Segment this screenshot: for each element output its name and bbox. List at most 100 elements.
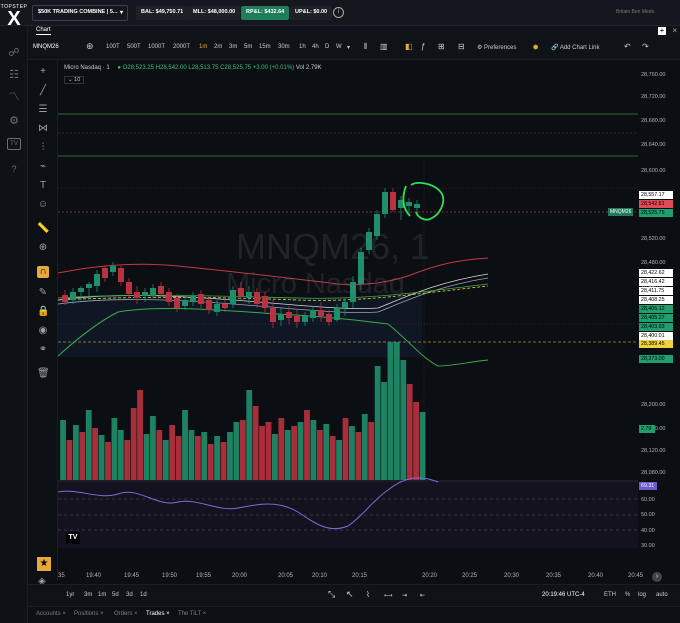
range-1yr[interactable]: 1yr: [66, 592, 74, 598]
price-tag: 28,400.01: [639, 332, 673, 340]
add-chart-link-button[interactable]: 🔗 Add Chart Link: [551, 44, 600, 51]
magnet-icon[interactable]: ∩: [37, 266, 49, 278]
range-3m[interactable]: 3m: [84, 592, 92, 598]
tf-d[interactable]: D: [325, 44, 329, 50]
footer-tab-accounts[interactable]: Accounts ×: [36, 611, 66, 617]
pitchfork-icon[interactable]: ⋈: [37, 123, 49, 135]
user-name[interactable]: Britain Ben Medo: [616, 9, 654, 15]
tf-1m[interactable]: 1m: [199, 44, 207, 50]
time-label: 20:45: [628, 573, 644, 579]
add-tab-icon[interactable]: +: [658, 27, 666, 35]
pattern-icon[interactable]: ⌁: [37, 161, 49, 173]
path-icon[interactable]: ⌇: [366, 590, 370, 599]
footer-tab-trades[interactable]: Trades ×: [146, 611, 170, 617]
horizontal-lines-icon[interactable]: ☰: [37, 104, 49, 116]
volume-bar: [355, 432, 362, 480]
tf-500t[interactable]: 500T: [127, 44, 141, 50]
volume-bar: [419, 412, 426, 480]
auto-toggle[interactable]: auto: [656, 592, 668, 598]
link-icon[interactable]: ⚭: [37, 344, 49, 356]
tv-icon[interactable]: TV: [7, 138, 21, 150]
trash-icon[interactable]: 🗑: [37, 368, 50, 380]
close-icon[interactable]: ×: [672, 26, 677, 35]
shield-icon[interactable]: ⬢: [533, 44, 538, 51]
footer-tab-positions[interactable]: Positions ×: [74, 611, 104, 617]
lock-drawing-icon[interactable]: ✎: [37, 287, 49, 299]
indicator-badge[interactable]: ⌄ 10: [64, 76, 85, 84]
candles-icon[interactable]: ▥: [380, 42, 388, 51]
price-label: 28,760.00: [641, 72, 666, 78]
preferences-button[interactable]: ⚙ Preferences: [477, 44, 516, 51]
tf-5m[interactable]: 5m: [244, 44, 252, 50]
drawing-toolbar: + ╱ ☰ ⋈ ⫶ ⌁ T ☺ 📏 ⊕ ∩ ✎ 🔒 ◉ ⚭ 🗑: [28, 60, 58, 580]
candle-body: [214, 304, 220, 312]
volume-bar: [329, 436, 336, 480]
eye-icon[interactable]: ◉: [37, 325, 49, 337]
tf-1000t[interactable]: 1000T: [148, 44, 165, 50]
lock-icon[interactable]: 🔒: [37, 306, 49, 318]
symbol-search[interactable]: MNQM26: [33, 44, 59, 50]
text-icon[interactable]: T: [37, 180, 49, 192]
layout-icon[interactable]: ⊟: [458, 42, 465, 51]
tf-2m[interactable]: 2m: [214, 44, 222, 50]
price-axis[interactable]: 28,760.00 28,720.00 28,680.00 28,640.00 28,6…: [638, 60, 680, 572]
legend-change: +3.00 (+0.01%): [252, 65, 295, 71]
ray-icon[interactable]: ⟷: [384, 592, 393, 599]
trade-icon[interactable]: ☍: [6, 46, 22, 60]
info-icon[interactable]: i: [333, 7, 344, 18]
compare-icon[interactable]: ◧: [405, 42, 413, 51]
star-icon[interactable]: ★: [37, 557, 51, 571]
range-1m[interactable]: 1m: [98, 592, 106, 598]
range-5d[interactable]: 5d: [112, 592, 119, 598]
zoom-icon[interactable]: ⊕: [37, 242, 49, 254]
measure-icon[interactable]: ⤡: [328, 589, 335, 600]
crosshair-icon[interactable]: +: [37, 66, 49, 78]
fib-icon[interactable]: ⫶: [37, 142, 49, 154]
log-toggle[interactable]: log: [638, 592, 646, 598]
volume-bar: [92, 428, 99, 480]
time-label: 20:35: [546, 573, 562, 579]
add-symbol-icon[interactable]: ⊕: [86, 41, 94, 52]
tf-2000t[interactable]: 2000T: [173, 44, 190, 50]
scroll-right-icon[interactable]: ›: [652, 572, 662, 582]
template-icon[interactable]: ⊞: [438, 42, 445, 51]
tf-30m[interactable]: 30m: [278, 44, 290, 50]
indicators-icon[interactable]: ƒ: [421, 42, 425, 51]
clock[interactable]: 20:19:46 UTC-4: [542, 592, 585, 598]
volume-bar: [72, 425, 79, 480]
rsi-tag: 69.31: [639, 482, 657, 490]
account-selector[interactable]: $50K TRADING COMBINE | 5... ▾: [32, 5, 128, 21]
footer-tab-tilt[interactable]: The TiLT ×: [178, 611, 206, 617]
vline-icon[interactable]: ⇤: [420, 592, 425, 599]
tf-100t[interactable]: 100T: [106, 44, 120, 50]
tf-4h[interactable]: 4h: [312, 44, 319, 50]
users-icon[interactable]: ☷: [6, 68, 22, 82]
tf-w[interactable]: W: [336, 44, 342, 50]
tab-chart[interactable]: Chart: [36, 27, 51, 35]
redo-icon[interactable]: ↷: [642, 42, 649, 51]
percent-toggle[interactable]: %: [625, 592, 630, 598]
undo-icon[interactable]: ↶: [624, 42, 631, 51]
time-axis[interactable]: 35 19:40 19:45 19:50 19:55 20:00 20:05 20:10 20:…: [58, 572, 643, 584]
price-chart[interactable]: [58, 60, 638, 572]
gear-icon[interactable]: ⚙: [6, 114, 22, 128]
account-name: $50K TRADING COMBINE | 5...: [38, 9, 118, 15]
chart-line-icon[interactable]: 〽: [6, 90, 22, 104]
price-tag: 28,525.75: [639, 209, 673, 217]
session[interactable]: ETH: [604, 592, 616, 598]
chevron-down-icon[interactable]: ▾: [347, 44, 350, 51]
candle-body: [326, 314, 332, 322]
ruler-icon[interactable]: 📏: [37, 223, 49, 235]
emoji-icon[interactable]: ☺: [37, 199, 49, 211]
range-1d[interactable]: 1d: [140, 592, 147, 598]
tf-3m[interactable]: 3m: [229, 44, 237, 50]
hline-icon[interactable]: ⇥: [402, 592, 407, 599]
help-icon[interactable]: ?: [6, 162, 22, 176]
pointer-icon[interactable]: ↖: [346, 589, 354, 600]
bar-style-icon[interactable]: ⫴: [364, 42, 367, 52]
footer-tab-orders[interactable]: Orders ×: [114, 611, 138, 617]
range-3d[interactable]: 3d: [126, 592, 133, 598]
tf-1h[interactable]: 1h: [299, 44, 306, 50]
tf-15m[interactable]: 15m: [259, 44, 271, 50]
trendline-icon[interactable]: ╱: [37, 85, 49, 97]
